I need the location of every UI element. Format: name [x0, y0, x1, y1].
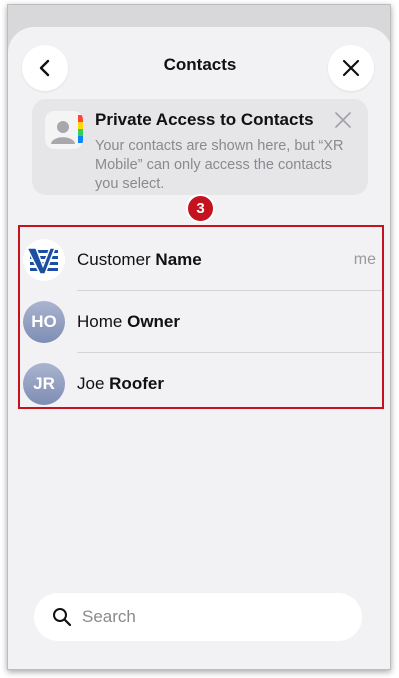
- close-button[interactable]: [328, 45, 374, 91]
- private-access-banner: Private Access to Contacts Your contacts…: [32, 99, 368, 195]
- banner-dismiss-button[interactable]: [332, 109, 354, 131]
- contacts-app-icon: [45, 111, 83, 149]
- contact-name: Joe Roofer: [77, 374, 164, 393]
- contacts-sheet: Contacts Private Access to Contacts Your…: [8, 27, 390, 669]
- company-logo-icon: [23, 239, 65, 281]
- close-icon: [342, 59, 360, 77]
- search-bar[interactable]: [34, 593, 362, 641]
- banner-description: Your contacts are shown here, but “XR Mo…: [95, 138, 344, 192]
- contact-row[interactable]: Customer Name me: [20, 229, 382, 290]
- search-icon: [53, 608, 72, 627]
- phone-screen: Contacts Private Access to Contacts Your…: [7, 4, 391, 670]
- contact-name: Customer Name: [77, 250, 202, 269]
- step-badge: 3: [186, 194, 215, 223]
- contact-row[interactable]: JR Joe Roofer: [20, 353, 382, 414]
- banner-title: Private Access to Contacts: [95, 110, 314, 129]
- avatar: JR: [23, 363, 65, 405]
- close-icon: [335, 112, 351, 128]
- avatar: HO: [23, 301, 65, 343]
- search-input[interactable]: [82, 605, 342, 629]
- me-label: me: [353, 251, 376, 268]
- contacts-list: Customer Name me HO Home Owner JR Joe Ro…: [18, 225, 384, 409]
- contact-name: Home Owner: [77, 312, 180, 331]
- contact-row[interactable]: HO Home Owner: [20, 291, 382, 352]
